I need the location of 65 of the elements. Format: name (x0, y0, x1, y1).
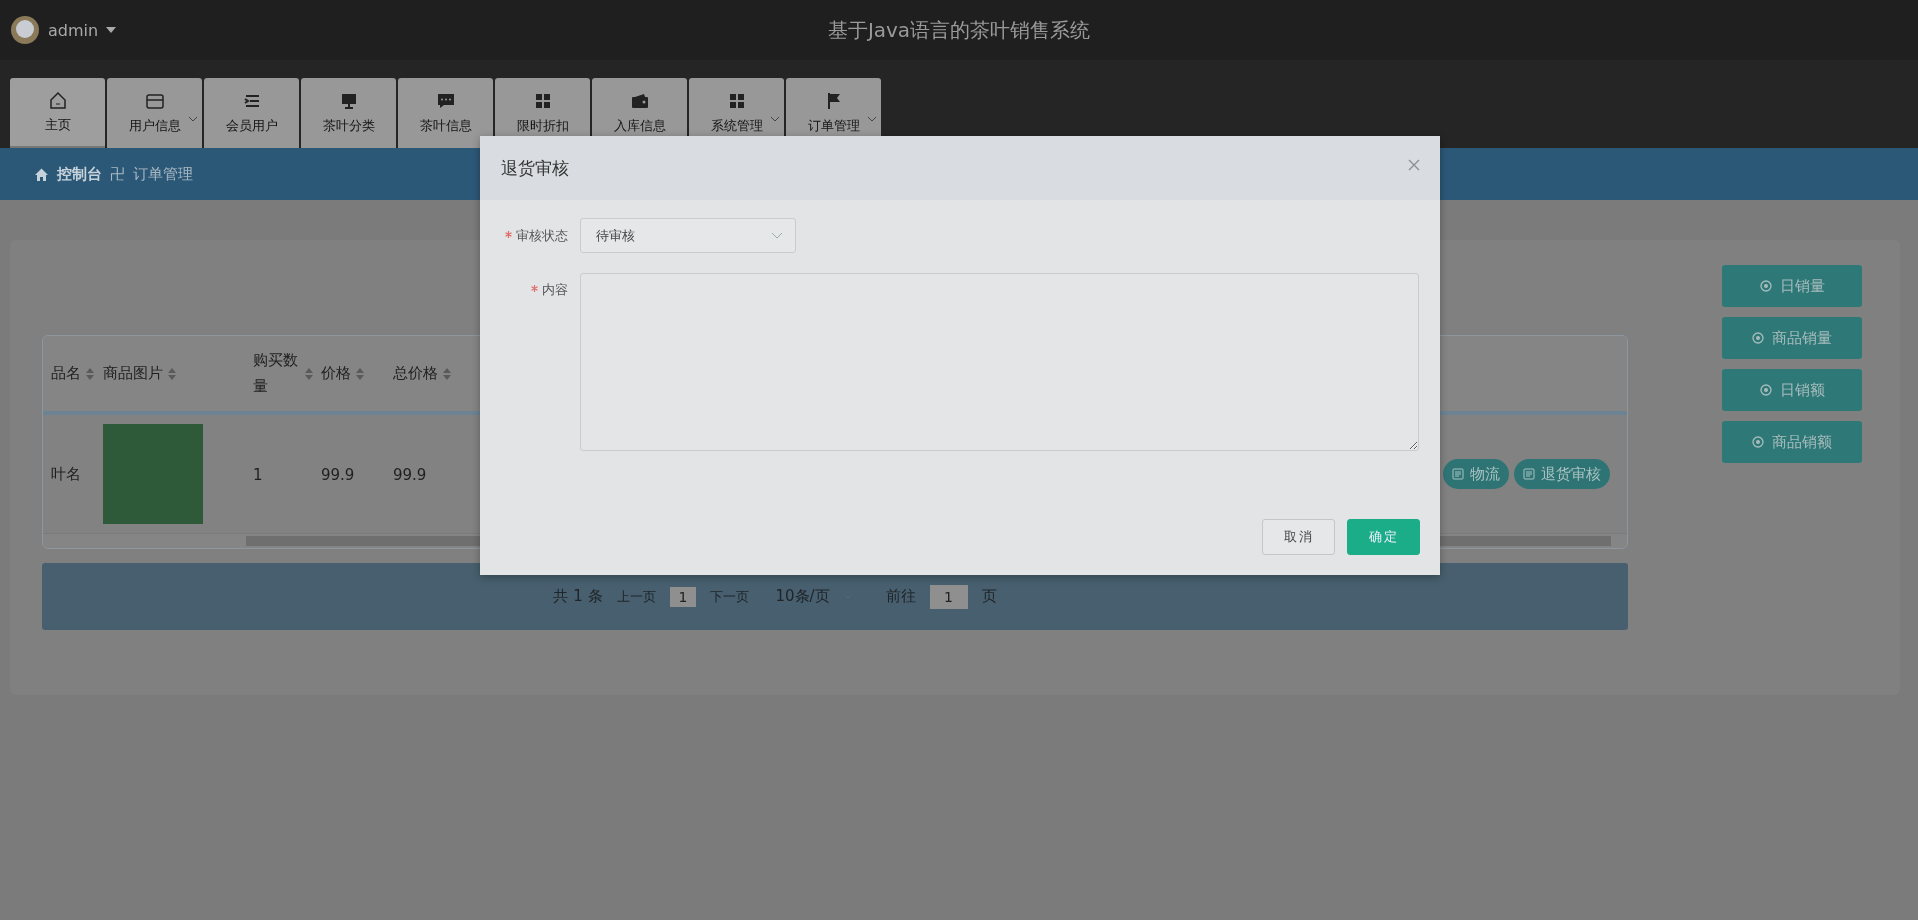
goto-page-input[interactable]: 1 (929, 584, 968, 609)
breadcrumb-current: 订单管理 (133, 164, 193, 184)
total-count: 共 1 条 (553, 587, 603, 606)
nav-tab[interactable]: 茶叶分类 (301, 78, 396, 148)
table-cell: 99.9 (321, 465, 355, 484)
close-icon (1408, 159, 1420, 171)
status-select[interactable]: 待审核 (580, 218, 796, 253)
page-suffix: 页 (981, 587, 997, 606)
sort-icon (86, 367, 94, 380)
content-textarea[interactable] (580, 273, 1419, 451)
nav-label: 茶叶信息 (419, 117, 472, 135)
nav-label: 订单管理 (807, 117, 860, 135)
home-icon (47, 90, 68, 110)
column-header[interactable]: 商品图片 (95, 336, 245, 411)
cancel-button[interactable]: 取消 (1262, 519, 1335, 555)
nav-label: 用户信息 (128, 117, 181, 135)
sort-icon (168, 367, 176, 380)
sort-icon (443, 367, 451, 380)
column-header[interactable]: 购买数量 (245, 336, 313, 411)
field-label: 审核状态 (516, 226, 568, 245)
nav-label: 限时折扣 (516, 117, 569, 135)
chart-button[interactable]: 商品销额 (1722, 421, 1862, 463)
table-cell: 叶名 (51, 465, 81, 483)
field-label: 内容 (542, 281, 568, 299)
column-header[interactable]: 总价格 (385, 336, 465, 411)
nav-tab[interactable]: 主页 (10, 78, 105, 148)
wallet-icon (629, 91, 650, 111)
table-cell: 1 (253, 465, 263, 484)
chart-button[interactable]: 商品销量 (1722, 317, 1862, 359)
breadcrumb-separator: 卍 (110, 164, 125, 184)
nav-label: 茶叶分类 (322, 117, 375, 135)
dialog-title: 退货审核 (501, 156, 569, 180)
nav-label: 系统管理 (710, 117, 763, 135)
page-number[interactable]: 1 (669, 586, 697, 607)
home-icon (34, 166, 49, 182)
table-cell: 99.9 (393, 465, 427, 484)
coin-icon (1759, 280, 1772, 292)
column-header[interactable]: 价格 (313, 336, 385, 411)
card-icon (144, 91, 165, 111)
app-title: 基于Java语言的茶叶销售系统 (827, 17, 1091, 44)
sort-icon (305, 367, 313, 380)
action-button[interactable]: 退货审核 (1514, 459, 1610, 489)
chat-icon (435, 91, 456, 111)
nav-tab[interactable]: 会员用户 (204, 78, 299, 148)
nav-tab[interactable]: 用户信息 (107, 78, 202, 148)
sort-icon (356, 367, 364, 380)
avatar-icon (10, 15, 40, 45)
action-button[interactable]: 物流 (1443, 459, 1509, 489)
confirm-button[interactable]: 确定 (1347, 519, 1420, 555)
user-name[interactable]: admin (48, 20, 99, 40)
chart-button[interactable]: 日销量 (1722, 265, 1862, 307)
nav-label: 会员用户 (225, 117, 278, 135)
chevron-down-icon (771, 232, 783, 239)
coin-icon (1752, 436, 1764, 448)
coin-icon (1752, 332, 1764, 344)
goto-label: 前往 (885, 587, 916, 606)
nav-tab[interactable]: 茶叶信息 (398, 78, 493, 148)
coin-icon (1759, 384, 1772, 396)
breadcrumb-home[interactable]: 控制台 (57, 164, 102, 184)
nav-label: 主页 (44, 116, 71, 134)
column-header[interactable]: 品名 (43, 336, 95, 411)
caret-icon (106, 27, 117, 33)
nav-label: 入库信息 (613, 117, 666, 135)
document-icon (1523, 468, 1535, 480)
chart-button[interactable]: 日销额 (1722, 369, 1862, 411)
